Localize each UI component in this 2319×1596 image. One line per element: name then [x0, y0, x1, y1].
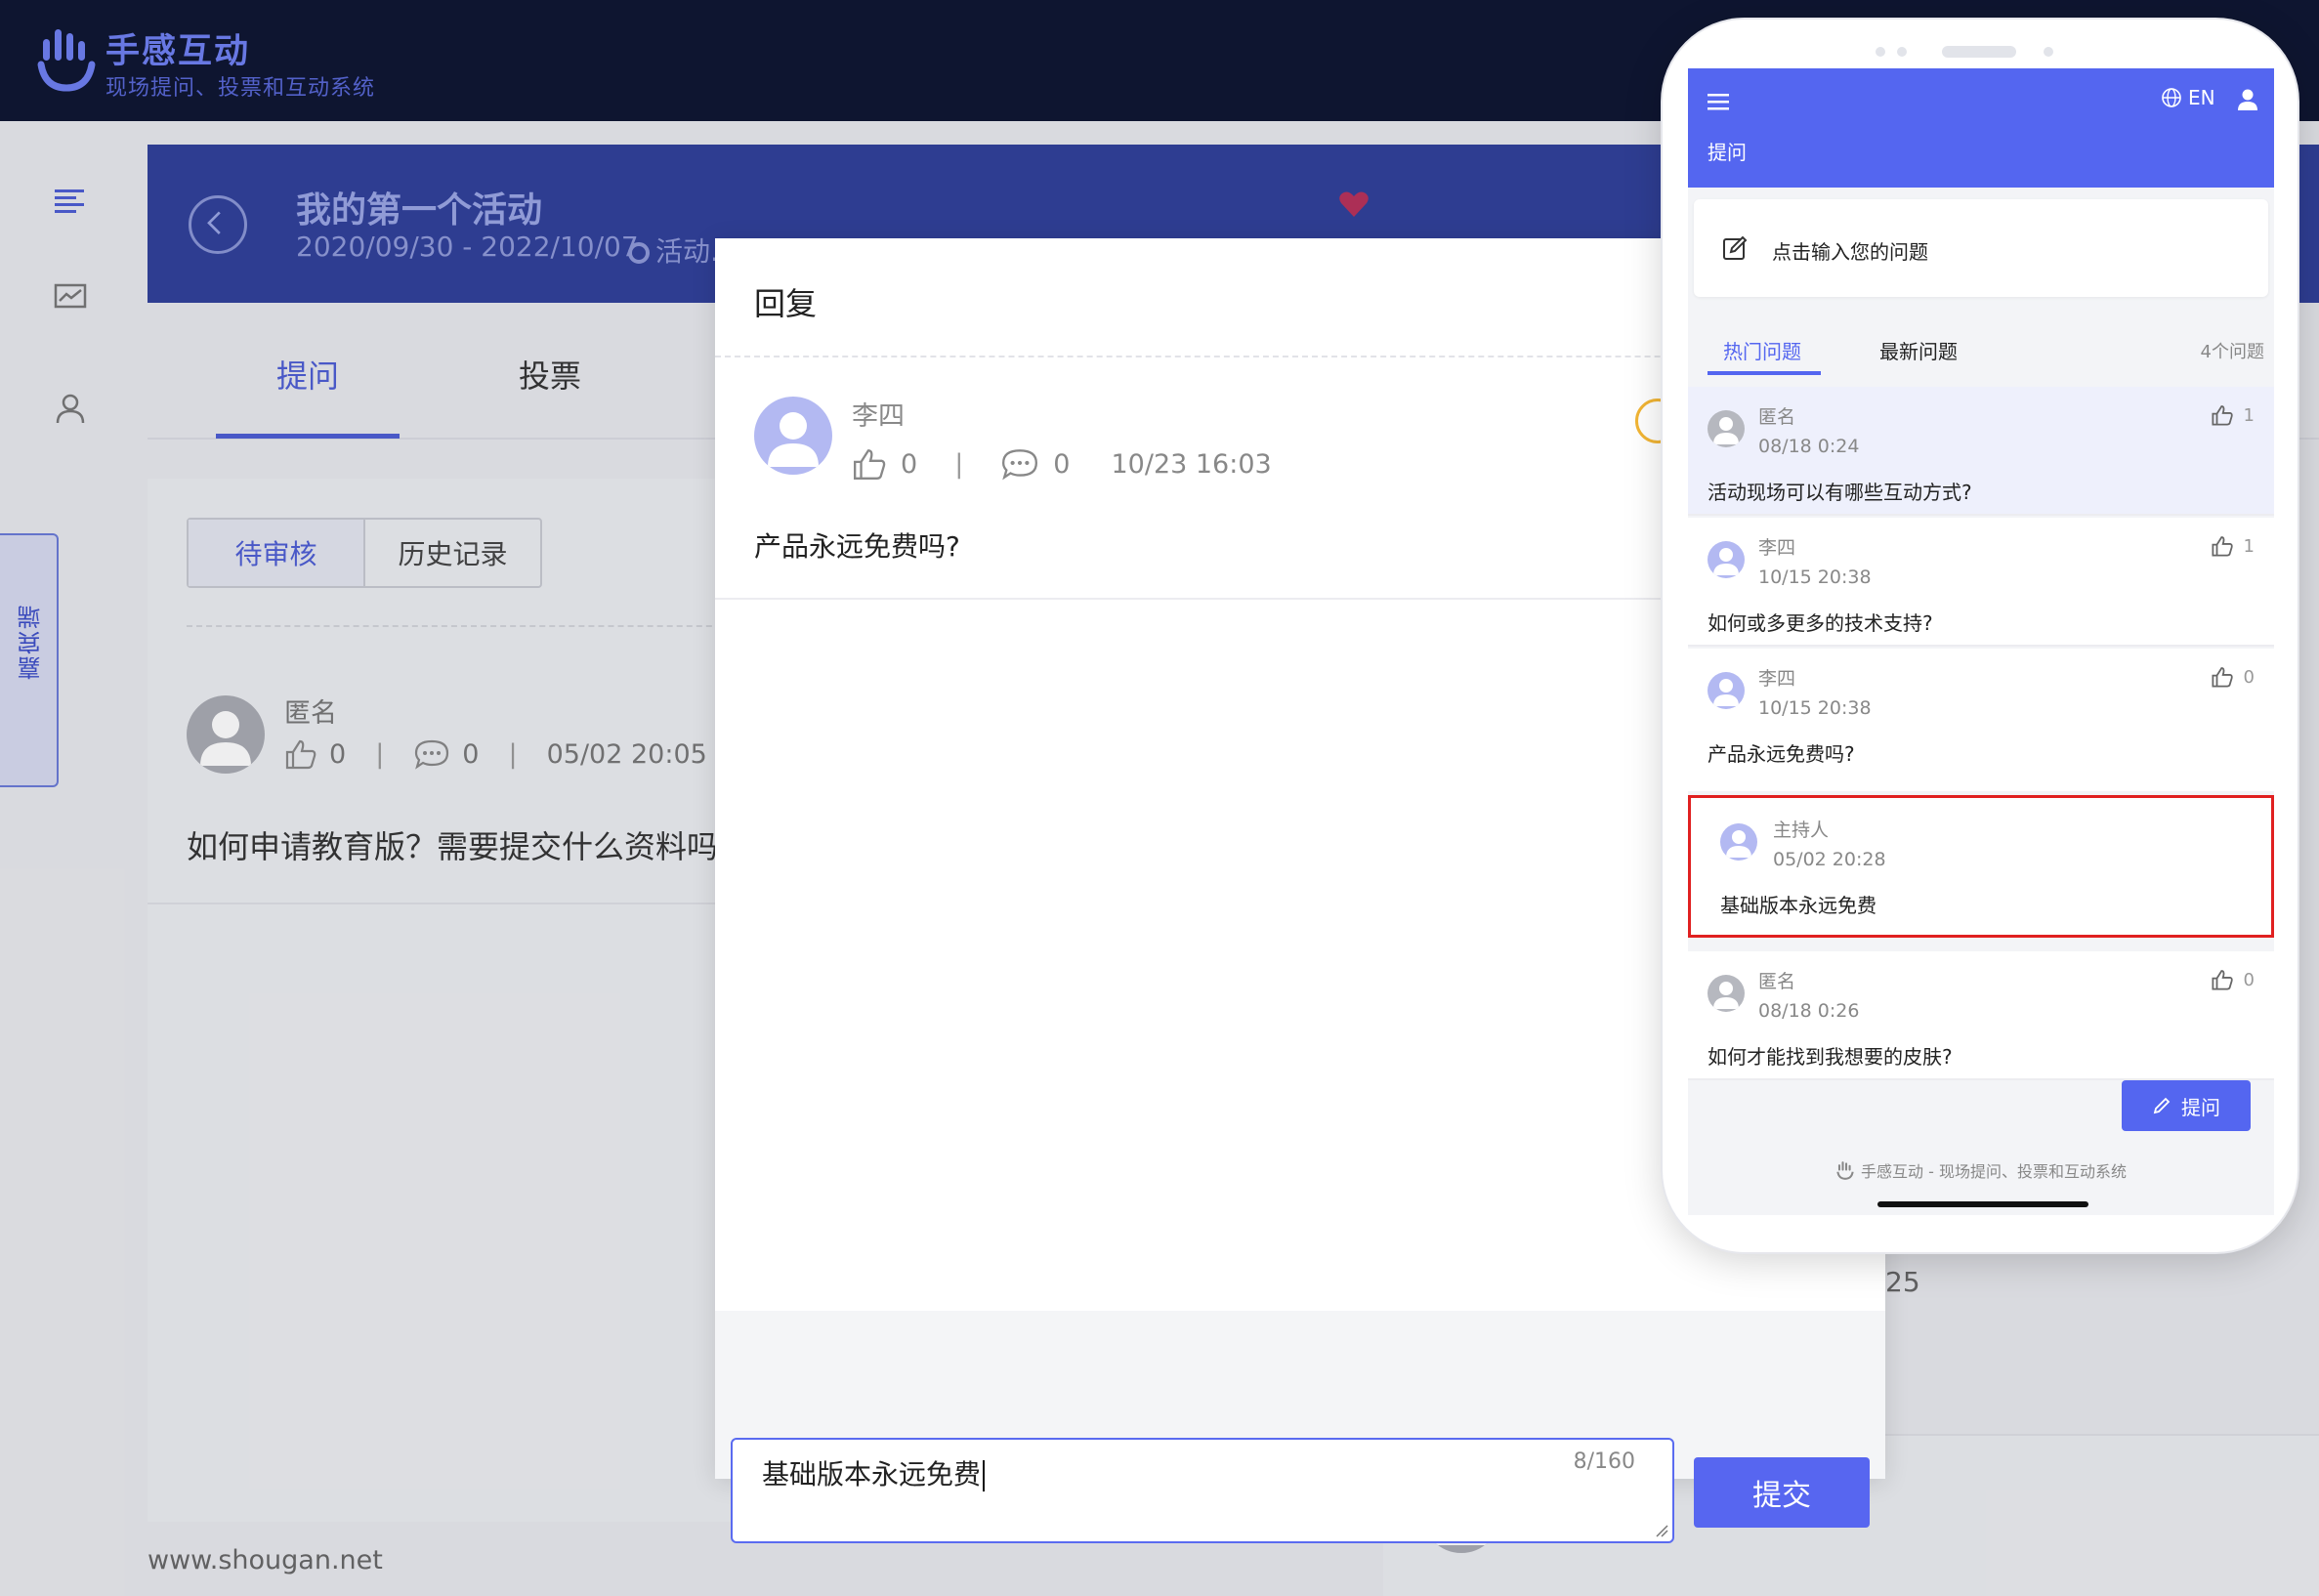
reply-text: 基础版本永远免费	[1720, 894, 1876, 917]
item-time: 08/18 0:26	[1758, 1000, 1860, 1022]
meta-separator: |	[954, 448, 964, 480]
avatar-person-icon	[768, 412, 819, 467]
avatar-person-icon	[1713, 679, 1739, 706]
avatar-person-icon	[1713, 417, 1739, 444]
item-time: 10/15 20:38	[1758, 567, 1872, 588]
comment-icon[interactable]	[1000, 447, 1039, 481]
avatar	[754, 397, 832, 475]
user-icon[interactable]	[2237, 88, 2258, 111]
avatar	[1708, 672, 1745, 709]
phone-sensor	[1897, 47, 1907, 57]
like-count: 1	[2243, 535, 2255, 557]
text-caret	[983, 1460, 986, 1491]
item-question: 如何或多更多的技术支持?	[1708, 611, 1933, 635]
home-indicator	[1877, 1201, 2088, 1207]
question-author: 李四	[852, 401, 905, 432]
comment-count: 0	[1053, 448, 1071, 480]
item-question: 产品永远免费吗?	[1708, 742, 1855, 766]
item-time: 10/15 20:38	[1758, 697, 1872, 719]
submit-button[interactable]: 提交	[1694, 1457, 1870, 1528]
like-count: 0	[901, 448, 918, 480]
like-button[interactable]: 0	[2211, 666, 2255, 688]
hand-logo-icon	[1836, 1161, 1854, 1180]
like-count: 0	[2243, 969, 2255, 990]
thumbs-up-icon	[2212, 536, 2233, 557]
item-question: 如何才能找到我想要的皮肤?	[1708, 1045, 1953, 1069]
phone-tabs: 热门问题 最新问题 4个问题	[1688, 316, 2274, 375]
avatar	[1708, 975, 1745, 1012]
phone-preview: EN 提问 点击输入您的问题 热门问题 最新问题 4个问题 匿名 08/18 0…	[1663, 20, 2298, 1252]
phone-footer-text: 手感互动 - 现场提问、投票和互动系统	[1861, 1162, 2127, 1181]
question-input-placeholder: 点击输入您的问题	[1772, 240, 1928, 264]
like-count: 1	[2243, 404, 2255, 426]
avatar	[1708, 410, 1745, 447]
phone-sensor	[1876, 47, 1885, 57]
question-text: 产品永远免费吗?	[754, 530, 960, 563]
avatar-person-icon	[1713, 548, 1739, 575]
question-meta: 0 | 0 10/23 16:03	[852, 447, 1272, 481]
ask-button-label: 提问	[2181, 1095, 2220, 1119]
phone-speaker	[1942, 46, 2016, 58]
hamburger-menu-icon[interactable]	[1708, 92, 1731, 113]
avatar	[1708, 541, 1745, 578]
reply-time: 05/02 20:28	[1773, 849, 1886, 870]
item-question: 活动现场可以有哪些互动方式?	[1708, 481, 1972, 504]
item-author: 李四	[1758, 537, 1796, 559]
phone-camera	[2044, 47, 2053, 57]
like-button[interactable]: 1	[2211, 535, 2255, 557]
list-item[interactable]: 李四 10/15 20:38 如何或多更多的技术支持? 1	[1688, 518, 2274, 647]
list-item[interactable]: 匿名 08/18 0:26 如何才能找到我想要的皮肤? 0	[1688, 951, 2274, 1080]
avatar-person-icon	[1726, 830, 1751, 858]
reply-textarea[interactable]: 基础版本永远免费 8/160	[731, 1438, 1674, 1543]
phone-screen: EN 提问 点击输入您的问题 热门问题 最新问题 4个问题 匿名 08/18 0…	[1688, 68, 2274, 1215]
thumbs-up-icon	[2212, 405, 2233, 426]
like-button[interactable]: 0	[2211, 969, 2255, 990]
question-input[interactable]: 点击输入您的问题	[1694, 199, 2268, 297]
active-tab-indicator	[1708, 371, 1821, 375]
phone-page-title: 提问	[1708, 141, 1747, 164]
resize-grip-icon[interactable]	[1655, 1524, 1668, 1537]
language-label: EN	[2188, 86, 2215, 109]
reply-footer: 基础版本永远免费 8/160 提交	[715, 1311, 1885, 1543]
like-button[interactable]: 1	[2211, 404, 2255, 426]
item-author: 匿名	[1758, 406, 1796, 428]
globe-icon	[2162, 88, 2181, 107]
edit-icon	[1723, 235, 1748, 260]
thumbs-up-icon	[2212, 970, 2233, 990]
list-item[interactable]: 匿名 08/18 0:24 活动现场可以有哪些互动方式? 1	[1688, 387, 2274, 516]
phone-header: EN 提问	[1688, 68, 2274, 188]
question-count: 4个问题	[2200, 342, 2264, 362]
item-author: 李四	[1758, 668, 1796, 690]
modal-title: 回复	[754, 285, 818, 322]
item-author: 匿名	[1758, 971, 1796, 992]
language-switch[interactable]: EN	[2161, 86, 2215, 109]
ask-question-button[interactable]: 提问	[2122, 1080, 2251, 1131]
reply-input-value: 基础版本永远免费	[762, 1453, 986, 1492]
char-counter: 8/160	[1573, 1449, 1635, 1474]
pen-icon	[2153, 1097, 2171, 1114]
like-count: 0	[2243, 666, 2255, 688]
tab-latest-questions[interactable]: 最新问题	[1879, 336, 1958, 364]
reply-author: 主持人	[1773, 819, 1830, 841]
list-item[interactable]: 李四 10/15 20:38 产品永远免费吗? 0	[1688, 649, 2274, 791]
item-time: 08/18 0:24	[1758, 436, 1860, 457]
reply-text: 基础版本永远免费	[762, 1458, 982, 1491]
avatar-person-icon	[1713, 982, 1739, 1009]
thumbs-up-icon[interactable]	[852, 447, 887, 481]
phone-footer: 手感互动 - 现场提问、投票和互动系统	[1688, 1158, 2274, 1182]
tab-hot-questions[interactable]: 热门问题	[1723, 336, 1801, 364]
question-time: 10/23 16:03	[1111, 448, 1272, 480]
host-reply-highlight: 主持人 05/02 20:28 基础版本永远免费	[1688, 795, 2274, 938]
avatar	[1720, 823, 1757, 861]
thumbs-up-icon	[2212, 667, 2233, 688]
